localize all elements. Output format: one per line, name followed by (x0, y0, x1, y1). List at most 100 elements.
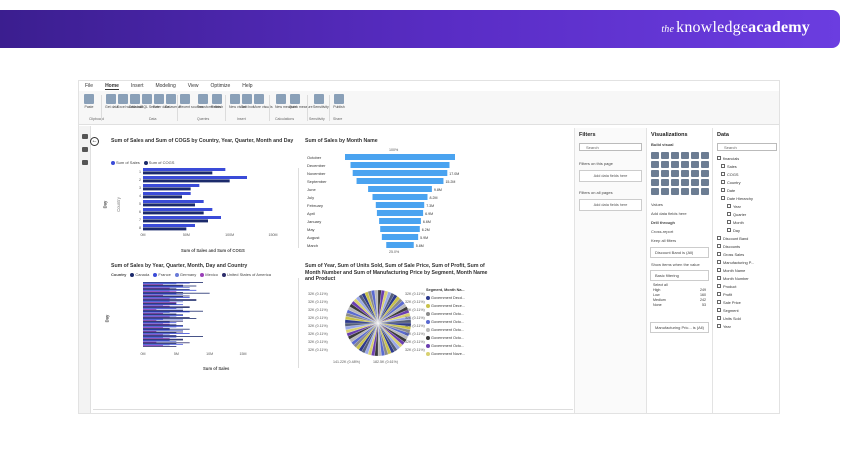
visual-type-icon[interactable] (671, 179, 679, 186)
visual-type-icon[interactable] (701, 170, 709, 177)
field-item[interactable]: Year (713, 322, 779, 330)
visual-type-icon[interactable] (671, 161, 679, 168)
field-item[interactable]: Year (713, 202, 779, 210)
field-checkbox[interactable] (717, 284, 721, 288)
visual-type-icon[interactable] (681, 161, 689, 168)
field-checkbox[interactable] (721, 172, 725, 176)
field-item[interactable]: Gross Sales (713, 250, 779, 258)
visual-type-icon[interactable] (651, 161, 659, 168)
ribbon-text-box-button[interactable]: Text box (241, 94, 254, 109)
visual-type-icon[interactable] (691, 170, 699, 177)
model-view-icon[interactable] (81, 160, 88, 165)
field-item[interactable]: Units Sold (713, 314, 779, 322)
ribbon-publish-button[interactable]: Publish (333, 94, 345, 109)
visual-type-icon[interactable] (651, 188, 659, 195)
visual-type-icon[interactable] (671, 170, 679, 177)
visual-type-icon[interactable] (691, 188, 699, 195)
field-item[interactable]: Sales (713, 162, 779, 170)
ribbon-paste-button[interactable]: Paste (83, 94, 95, 109)
visual-type-icon[interactable] (671, 152, 679, 159)
filter-row[interactable]: None 53 (653, 303, 706, 308)
field-item[interactable]: Country (713, 178, 779, 186)
menu-optimize[interactable]: Optimize (211, 83, 231, 89)
ribbon-dataverse-button[interactable]: Dataverse (165, 94, 181, 109)
field-item[interactable]: Discount Band (713, 234, 779, 242)
field-item[interactable]: Quarter (713, 210, 779, 218)
viz-basic[interactable]: Basic filtering (650, 270, 709, 281)
visual-type-icon[interactable] (651, 170, 659, 177)
field-item[interactable]: Profit (713, 290, 779, 298)
field-item[interactable]: Sale Price (713, 298, 779, 306)
ribbon-quick-measure-button[interactable]: Quick measure (289, 94, 313, 109)
field-item[interactable]: Discounts (713, 242, 779, 250)
field-item[interactable]: Date (713, 186, 779, 194)
visual-type-icon[interactable] (691, 179, 699, 186)
field-checkbox[interactable] (717, 300, 721, 304)
field-item[interactable]: financials (713, 154, 779, 162)
field-item[interactable]: Segment (713, 306, 779, 314)
field-checkbox[interactable] (727, 228, 731, 232)
field-item[interactable]: Day (713, 226, 779, 234)
visual-type-icon[interactable] (701, 188, 709, 195)
visual-type-icon[interactable] (661, 152, 669, 159)
field-checkbox[interactable] (717, 268, 721, 272)
field-checkbox[interactable] (717, 292, 721, 296)
filters-all-drop[interactable]: Add data fields here (579, 199, 642, 211)
field-checkbox[interactable] (717, 156, 721, 160)
ribbon-excel-workbook-button[interactable]: Excel workbook (117, 94, 142, 109)
viz-manufacturing[interactable]: Manufacturing Pric... is (All) (650, 321, 709, 333)
visual-type-icon[interactable] (681, 152, 689, 159)
ribbon-sensitivity-button[interactable]: Sensitivity (313, 94, 329, 109)
ribbon-new-measure-button[interactable]: New measure (275, 94, 297, 109)
field-checkbox[interactable] (721, 196, 725, 200)
report-view-icon[interactable] (81, 134, 88, 139)
viz-keep-filters[interactable]: Keep all filters (647, 236, 712, 245)
field-checkbox[interactable] (717, 252, 721, 256)
field-checkbox[interactable] (717, 324, 721, 328)
field-checkbox[interactable] (727, 212, 731, 216)
field-checkbox[interactable] (727, 204, 731, 208)
visual-type-icon[interactable] (661, 161, 669, 168)
field-checkbox[interactable] (717, 244, 721, 248)
menu-view[interactable]: View (188, 83, 199, 89)
field-item[interactable]: COGS (713, 170, 779, 178)
ribbon-transform-data-button[interactable]: Transform data (197, 94, 221, 109)
field-checkbox[interactable] (717, 236, 721, 240)
filters-page-drop[interactable]: Add data fields here (579, 170, 642, 182)
visual-type-icon[interactable] (651, 179, 659, 186)
ribbon-new-visual-button[interactable]: New visual (229, 94, 246, 109)
ribbon-enter-data-button[interactable]: Enter data (153, 94, 169, 109)
menu-help[interactable]: Help (242, 83, 252, 89)
visual-type-icon[interactable] (681, 188, 689, 195)
field-item[interactable]: Manufacturing P... (713, 258, 779, 266)
field-checkbox[interactable] (717, 308, 721, 312)
field-checkbox[interactable] (717, 316, 721, 320)
field-item[interactable]: Date Hierarchy (713, 194, 779, 202)
menu-insert[interactable]: Insert (131, 83, 144, 89)
field-checkbox[interactable] (717, 260, 721, 264)
visual-type-icon[interactable] (681, 179, 689, 186)
visual-type-icon[interactable] (671, 188, 679, 195)
field-checkbox[interactable] (717, 276, 721, 280)
ribbon-data-hub-button[interactable]: Data hub (129, 94, 143, 109)
visual-type-icon[interactable] (661, 188, 669, 195)
back-arrow-icon[interactable]: ← (90, 137, 99, 146)
field-item[interactable]: Month Name (713, 266, 779, 274)
menu-modeling[interactable]: Modeling (155, 83, 175, 89)
visual-type-icon[interactable] (661, 179, 669, 186)
field-checkbox[interactable] (727, 220, 731, 224)
viz-add-field[interactable]: Add data fields here (647, 209, 712, 218)
visual-type-icon[interactable] (681, 170, 689, 177)
ribbon-more-visuals-button[interactable]: More visuals (253, 94, 273, 109)
data-search[interactable]: Search (717, 143, 777, 151)
ribbon-sql-server-button[interactable]: SQL Server (141, 94, 159, 109)
field-item[interactable]: Product (713, 282, 779, 290)
visual-type-icon[interactable] (701, 179, 709, 186)
field-checkbox[interactable] (721, 180, 725, 184)
field-item[interactable]: Month (713, 218, 779, 226)
visual-type-icon[interactable] (691, 152, 699, 159)
field-checkbox[interactable] (721, 164, 725, 168)
field-checkbox[interactable] (721, 188, 725, 192)
ribbon-refresh-button[interactable]: Refresh (211, 94, 223, 109)
visual-type-icon[interactable] (661, 170, 669, 177)
